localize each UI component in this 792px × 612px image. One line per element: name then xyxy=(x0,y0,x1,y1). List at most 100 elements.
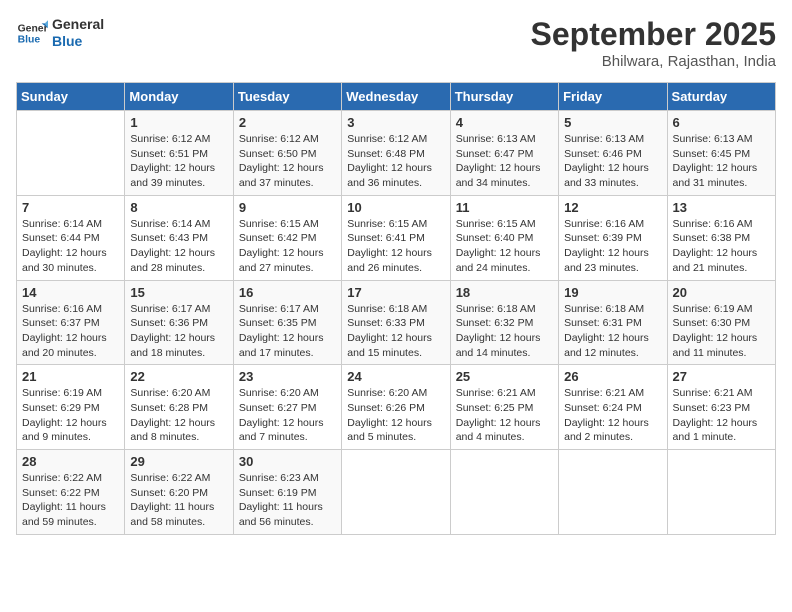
calendar-day-cell: 5 Sunrise: 6:13 AM Sunset: 6:46 PM Daylig… xyxy=(559,111,667,196)
calendar-day-cell: 3Sunrise: 6:12 AM Sunset: 6:48 PM Daylig… xyxy=(342,111,450,196)
day-info: Sunrise: 6:22 AM Sunset: 6:20 PM Dayligh… xyxy=(130,471,227,530)
day-info: Sunrise: 6:16 AM Sunset: 6:38 PM Dayligh… xyxy=(673,217,770,276)
calendar-day-cell: 8Sunrise: 6:14 AM Sunset: 6:43 PM Daylig… xyxy=(125,195,233,280)
calendar-day-cell: 20 Sunrise: 6:19 AM Sunset: 6:30 PM Dayli… xyxy=(667,280,775,365)
day-number: 10 xyxy=(347,200,444,215)
calendar-day-cell: 12 Sunrise: 6:16 AM Sunset: 6:39 PM Dayli… xyxy=(559,195,667,280)
weekday-header-cell: Sunday xyxy=(17,83,125,111)
day-number: 19 xyxy=(564,285,661,300)
day-number: 15 xyxy=(130,285,227,300)
day-number: 5 xyxy=(564,115,661,130)
day-number: 18 xyxy=(456,285,553,300)
calendar-week-row: 1 Sunrise: 6:12 AM Sunset: 6:51 PM Daylig… xyxy=(17,111,776,196)
day-number: 16 xyxy=(239,285,336,300)
logo-line2: Blue xyxy=(52,33,104,50)
calendar-week-row: 7Sunrise: 6:14 AM Sunset: 6:44 PM Daylig… xyxy=(17,195,776,280)
day-number: 4 xyxy=(456,115,553,130)
calendar-day-cell: 30 Sunrise: 6:23 AM Sunset: 6:19 PM Dayli… xyxy=(233,450,341,535)
day-number: 20 xyxy=(673,285,770,300)
day-number: 13 xyxy=(673,200,770,215)
calendar-day-cell xyxy=(17,111,125,196)
day-info: Sunrise: 6:12 AM Sunset: 6:51 PM Dayligh… xyxy=(130,132,227,191)
day-number: 6 xyxy=(673,115,770,130)
day-number: 30 xyxy=(239,454,336,469)
day-info: Sunrise: 6:18 AM Sunset: 6:32 PM Dayligh… xyxy=(456,302,553,361)
calendar-day-cell: 21Sunrise: 6:19 AM Sunset: 6:29 PM Dayli… xyxy=(17,365,125,450)
day-number: 23 xyxy=(239,369,336,384)
day-info: Sunrise: 6:23 AM Sunset: 6:19 PM Dayligh… xyxy=(239,471,336,530)
calendar-day-cell: 4 Sunrise: 6:13 AM Sunset: 6:47 PM Daylig… xyxy=(450,111,558,196)
day-info: Sunrise: 6:20 AM Sunset: 6:27 PM Dayligh… xyxy=(239,386,336,445)
calendar-day-cell: 13 Sunrise: 6:16 AM Sunset: 6:38 PM Dayli… xyxy=(667,195,775,280)
weekday-header-cell: Saturday xyxy=(667,83,775,111)
calendar-day-cell: 19Sunrise: 6:18 AM Sunset: 6:31 PM Dayli… xyxy=(559,280,667,365)
day-info: Sunrise: 6:21 AM Sunset: 6:25 PM Dayligh… xyxy=(456,386,553,445)
day-info: Sunrise: 6:17 AM Sunset: 6:36 PM Dayligh… xyxy=(130,302,227,361)
day-number: 11 xyxy=(456,200,553,215)
logo-icon: General Blue xyxy=(16,17,48,49)
calendar-day-cell: 2 Sunrise: 6:12 AM Sunset: 6:50 PM Daylig… xyxy=(233,111,341,196)
day-number: 1 xyxy=(130,115,227,130)
day-info: Sunrise: 6:20 AM Sunset: 6:26 PM Dayligh… xyxy=(347,386,444,445)
day-info: Sunrise: 6:17 AM Sunset: 6:35 PM Dayligh… xyxy=(239,302,336,361)
calendar-day-cell: 27 Sunrise: 6:21 AM Sunset: 6:23 PM Dayli… xyxy=(667,365,775,450)
day-info: Sunrise: 6:21 AM Sunset: 6:23 PM Dayligh… xyxy=(673,386,770,445)
weekday-header-cell: Tuesday xyxy=(233,83,341,111)
location-subtitle: Bhilwara, Rajasthan, India xyxy=(531,53,776,70)
day-info: Sunrise: 6:13 AM Sunset: 6:46 PM Dayligh… xyxy=(564,132,661,191)
svg-text:General: General xyxy=(18,23,48,34)
calendar-day-cell xyxy=(450,450,558,535)
calendar-day-cell: 15 Sunrise: 6:17 AM Sunset: 6:36 PM Dayli… xyxy=(125,280,233,365)
calendar-week-row: 21Sunrise: 6:19 AM Sunset: 6:29 PM Dayli… xyxy=(17,365,776,450)
day-number: 7 xyxy=(22,200,119,215)
logo: General Blue General Blue xyxy=(16,16,104,50)
calendar-week-row: 28 Sunrise: 6:22 AM Sunset: 6:22 PM Dayli… xyxy=(17,450,776,535)
logo-line1: General xyxy=(52,16,104,33)
calendar-day-cell: 14Sunrise: 6:16 AM Sunset: 6:37 PM Dayli… xyxy=(17,280,125,365)
day-number: 28 xyxy=(22,454,119,469)
calendar-day-cell xyxy=(559,450,667,535)
title-area: September 2025 Bhilwara, Rajasthan, Indi… xyxy=(531,16,776,70)
day-number: 3 xyxy=(347,115,444,130)
weekday-header-cell: Thursday xyxy=(450,83,558,111)
month-title: September 2025 xyxy=(531,16,776,53)
day-number: 24 xyxy=(347,369,444,384)
day-number: 25 xyxy=(456,369,553,384)
svg-text:Blue: Blue xyxy=(18,34,41,45)
day-number: 27 xyxy=(673,369,770,384)
day-number: 29 xyxy=(130,454,227,469)
calendar-day-cell: 11 Sunrise: 6:15 AM Sunset: 6:40 PM Dayli… xyxy=(450,195,558,280)
day-info: Sunrise: 6:19 AM Sunset: 6:30 PM Dayligh… xyxy=(673,302,770,361)
day-number: 12 xyxy=(564,200,661,215)
calendar-day-cell: 18 Sunrise: 6:18 AM Sunset: 6:32 PM Dayli… xyxy=(450,280,558,365)
day-info: Sunrise: 6:14 AM Sunset: 6:43 PM Dayligh… xyxy=(130,217,227,276)
calendar-day-cell: 23 Sunrise: 6:20 AM Sunset: 6:27 PM Dayli… xyxy=(233,365,341,450)
day-info: Sunrise: 6:16 AM Sunset: 6:39 PM Dayligh… xyxy=(564,217,661,276)
calendar-table: SundayMondayTuesdayWednesdayThursdayFrid… xyxy=(16,82,776,535)
day-info: Sunrise: 6:15 AM Sunset: 6:40 PM Dayligh… xyxy=(456,217,553,276)
day-number: 2 xyxy=(239,115,336,130)
calendar-day-cell: 7Sunrise: 6:14 AM Sunset: 6:44 PM Daylig… xyxy=(17,195,125,280)
calendar-body: 1 Sunrise: 6:12 AM Sunset: 6:51 PM Daylig… xyxy=(17,111,776,535)
calendar-day-cell: 29 Sunrise: 6:22 AM Sunset: 6:20 PM Dayli… xyxy=(125,450,233,535)
calendar-day-cell: 9 Sunrise: 6:15 AM Sunset: 6:42 PM Daylig… xyxy=(233,195,341,280)
day-number: 9 xyxy=(239,200,336,215)
calendar-day-cell: 26 Sunrise: 6:21 AM Sunset: 6:24 PM Dayli… xyxy=(559,365,667,450)
calendar-day-cell: 10Sunrise: 6:15 AM Sunset: 6:41 PM Dayli… xyxy=(342,195,450,280)
day-info: Sunrise: 6:15 AM Sunset: 6:42 PM Dayligh… xyxy=(239,217,336,276)
day-info: Sunrise: 6:13 AM Sunset: 6:47 PM Dayligh… xyxy=(456,132,553,191)
calendar-day-cell: 28 Sunrise: 6:22 AM Sunset: 6:22 PM Dayli… xyxy=(17,450,125,535)
calendar-day-cell: 17Sunrise: 6:18 AM Sunset: 6:33 PM Dayli… xyxy=(342,280,450,365)
day-info: Sunrise: 6:22 AM Sunset: 6:22 PM Dayligh… xyxy=(22,471,119,530)
calendar-day-cell: 25 Sunrise: 6:21 AM Sunset: 6:25 PM Dayli… xyxy=(450,365,558,450)
day-info: Sunrise: 6:21 AM Sunset: 6:24 PM Dayligh… xyxy=(564,386,661,445)
day-info: Sunrise: 6:13 AM Sunset: 6:45 PM Dayligh… xyxy=(673,132,770,191)
calendar-day-cell: 6 Sunrise: 6:13 AM Sunset: 6:45 PM Daylig… xyxy=(667,111,775,196)
calendar-day-cell: 1 Sunrise: 6:12 AM Sunset: 6:51 PM Daylig… xyxy=(125,111,233,196)
day-info: Sunrise: 6:12 AM Sunset: 6:50 PM Dayligh… xyxy=(239,132,336,191)
weekday-header-cell: Wednesday xyxy=(342,83,450,111)
day-number: 22 xyxy=(130,369,227,384)
day-number: 26 xyxy=(564,369,661,384)
day-number: 21 xyxy=(22,369,119,384)
calendar-day-cell xyxy=(667,450,775,535)
